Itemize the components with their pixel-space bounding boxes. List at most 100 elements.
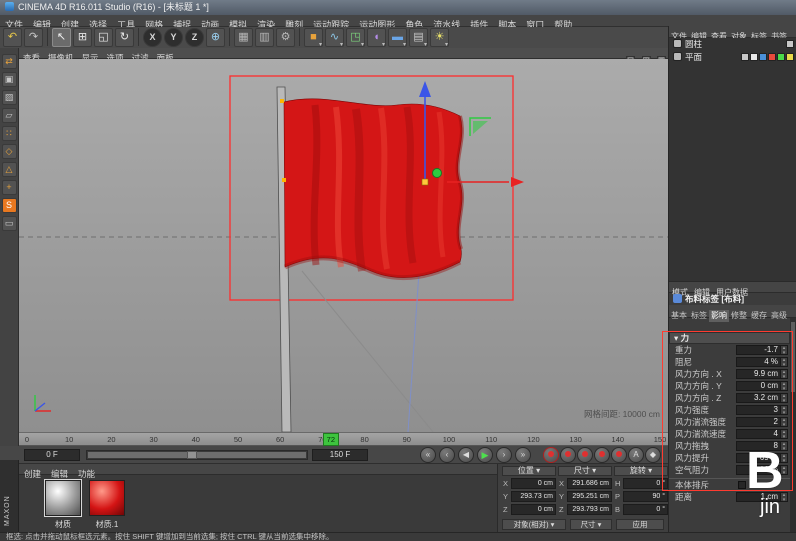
scrollbar-thumb[interactable]	[791, 322, 795, 392]
environment-icon[interactable]: ▬▾	[388, 28, 407, 47]
spinner-icon[interactable]: ▴▾	[781, 393, 788, 403]
object-tag-icon[interactable]	[777, 53, 785, 61]
keyframe-selection-button[interactable]: ◆	[645, 447, 661, 463]
enable-axis-icon[interactable]: +	[2, 180, 17, 195]
record-button[interactable]	[543, 447, 559, 463]
prev-key-button[interactable]: ‹	[439, 447, 455, 463]
points-mode-icon[interactable]: ∷	[2, 126, 17, 141]
coord-value-field[interactable]: 90 °	[623, 491, 668, 502]
scale-tool-icon[interactable]: ◱	[94, 28, 113, 47]
plane-handle-fill[interactable]	[473, 121, 488, 134]
coord-system-select[interactable]: 对象(相对) ▾	[502, 519, 566, 530]
workplane-mode-icon[interactable]: ▱	[2, 108, 17, 123]
apply-button[interactable]: 应用	[616, 519, 664, 530]
coord-value-field[interactable]: 0 °	[623, 478, 668, 489]
attr-value-field[interactable]: 4 %▴▾	[736, 357, 788, 367]
checkbox[interactable]	[738, 481, 746, 489]
next-key-button[interactable]: ›	[496, 447, 512, 463]
vertex-point[interactable]	[282, 178, 286, 182]
attr-tab-缓存[interactable]: 缓存	[749, 310, 769, 322]
spinner-icon[interactable]: ▴▾	[781, 357, 788, 367]
lock-workplane-icon[interactable]: ▭	[2, 216, 17, 231]
range-start-field[interactable]: 0 F	[24, 449, 80, 461]
light-icon[interactable]: ☀▾	[430, 28, 449, 47]
coord-value-field[interactable]: 293.793 cm	[567, 504, 612, 515]
coord-value-field[interactable]: 295.251 cm	[567, 491, 612, 502]
gizmo-origin[interactable]	[422, 179, 428, 185]
texture-mode-icon[interactable]: ▨	[2, 90, 17, 105]
undo-icon[interactable]: ↶	[3, 28, 22, 47]
spinner-icon[interactable]: ▴▾	[781, 369, 788, 379]
coord-value-field[interactable]: 0 °	[623, 504, 668, 515]
object-row[interactable]: 平面	[669, 51, 796, 64]
live-selection-icon[interactable]: ↖	[52, 28, 71, 47]
vertex-point[interactable]	[280, 99, 284, 103]
material-thumb[interactable]	[89, 480, 125, 516]
primitive-cube-icon[interactable]: ■▾	[304, 28, 323, 47]
attr-value-field[interactable]: 0 cm▴▾	[736, 381, 788, 391]
y-axis-lock-button[interactable]: Y	[164, 28, 183, 47]
edges-mode-icon[interactable]: ◇	[2, 144, 17, 159]
coord-system-icon[interactable]: ⊕	[206, 28, 225, 47]
material-thumb[interactable]	[45, 480, 81, 516]
attr-tab-高级[interactable]: 高级	[769, 310, 789, 322]
z-axis-lock-button[interactable]: Z	[185, 28, 204, 47]
object-tag-icon[interactable]	[768, 53, 776, 61]
coord-value-field[interactable]: 0 cm	[511, 504, 556, 515]
coord-header-dropdown[interactable]: 尺寸 ▾	[558, 466, 612, 476]
attr-value-field[interactable]: -1.7▴▾	[736, 345, 788, 355]
coord-size-mode-select[interactable]: 尺寸 ▾	[570, 519, 612, 530]
object-tag-icon[interactable]	[750, 53, 758, 61]
range-end-field[interactable]: 150 F	[312, 449, 368, 461]
x-axis-arrowhead[interactable]	[511, 177, 524, 187]
prev-frame-button[interactable]: ◀	[458, 447, 474, 463]
attr-value-field[interactable]: 3.2 cm▴▾	[736, 393, 788, 403]
material-menu-3[interactable]: 功能	[73, 469, 100, 479]
make-editable-icon[interactable]: ⇄	[2, 54, 17, 69]
object-tag-icon[interactable]	[741, 53, 749, 61]
key-rotation-button[interactable]	[594, 447, 610, 463]
subdivision-surface-icon[interactable]: ◳▾	[346, 28, 365, 47]
snap-icon[interactable]: S	[2, 198, 17, 213]
key-position-button[interactable]	[560, 447, 576, 463]
attr-tab-基本[interactable]: 基本	[669, 310, 689, 322]
z-axis-arrowhead[interactable]	[419, 81, 431, 97]
key-scale-button[interactable]	[577, 447, 593, 463]
attr-section-header[interactable]: ▾ 力	[669, 332, 790, 344]
timeline-ruler[interactable]: 010203040506070809010011012013014015072	[19, 432, 668, 446]
attr-value-field[interactable]: 4▴▾	[736, 429, 788, 439]
object-tag-icon[interactable]	[786, 40, 794, 48]
current-frame-marker[interactable]: 72	[323, 433, 339, 446]
play-button[interactable]: ▶	[477, 447, 493, 463]
deformer-icon[interactable]: ◖▾	[367, 28, 386, 47]
autokey-button[interactable]: A	[628, 447, 644, 463]
attribute-scrollbar[interactable]	[790, 318, 796, 532]
goto-start-button[interactable]: «	[420, 447, 436, 463]
spinner-icon[interactable]: ▴▾	[781, 417, 788, 427]
render-settings-icon[interactable]: ⚙	[276, 28, 295, 47]
viewport[interactable]: 网格间距: 10000 cm	[19, 59, 668, 432]
spinner-icon[interactable]: ▴▾	[781, 405, 788, 415]
attr-tab-修整[interactable]: 修整	[729, 310, 749, 322]
coord-header-dropdown[interactable]: 旋转 ▾	[614, 466, 668, 476]
camera-icon[interactable]: ▤▾	[409, 28, 428, 47]
spinner-icon[interactable]: ▴▾	[781, 381, 788, 391]
attr-value-field[interactable]: 3▴▾	[736, 405, 788, 415]
key-parameter-button[interactable]	[611, 447, 627, 463]
goto-end-button[interactable]: »	[515, 447, 531, 463]
render-view-icon[interactable]: ▦	[234, 28, 253, 47]
coord-value-field[interactable]: 0 cm	[511, 478, 556, 489]
move-tool-icon[interactable]: ⊞	[73, 28, 92, 47]
object-manager-list[interactable]: 圆柱平面	[669, 38, 796, 281]
spline-pen-icon[interactable]: ∿▾	[325, 28, 344, 47]
material-menu-1[interactable]: 创建	[19, 469, 46, 479]
rotate-tool-icon[interactable]: ↻	[115, 28, 134, 47]
coord-value-field[interactable]: 291.686 cm	[567, 478, 612, 489]
y-axis-handle[interactable]	[433, 169, 442, 178]
model-mode-icon[interactable]: ▣	[2, 72, 17, 87]
x-axis-lock-button[interactable]: X	[143, 28, 162, 47]
attr-value-field[interactable]: 9.9 cm▴▾	[736, 369, 788, 379]
spinner-icon[interactable]: ▴▾	[781, 429, 788, 439]
spinner-icon[interactable]: ▴▾	[781, 345, 788, 355]
coord-header-dropdown[interactable]: 位置 ▾	[502, 466, 556, 476]
